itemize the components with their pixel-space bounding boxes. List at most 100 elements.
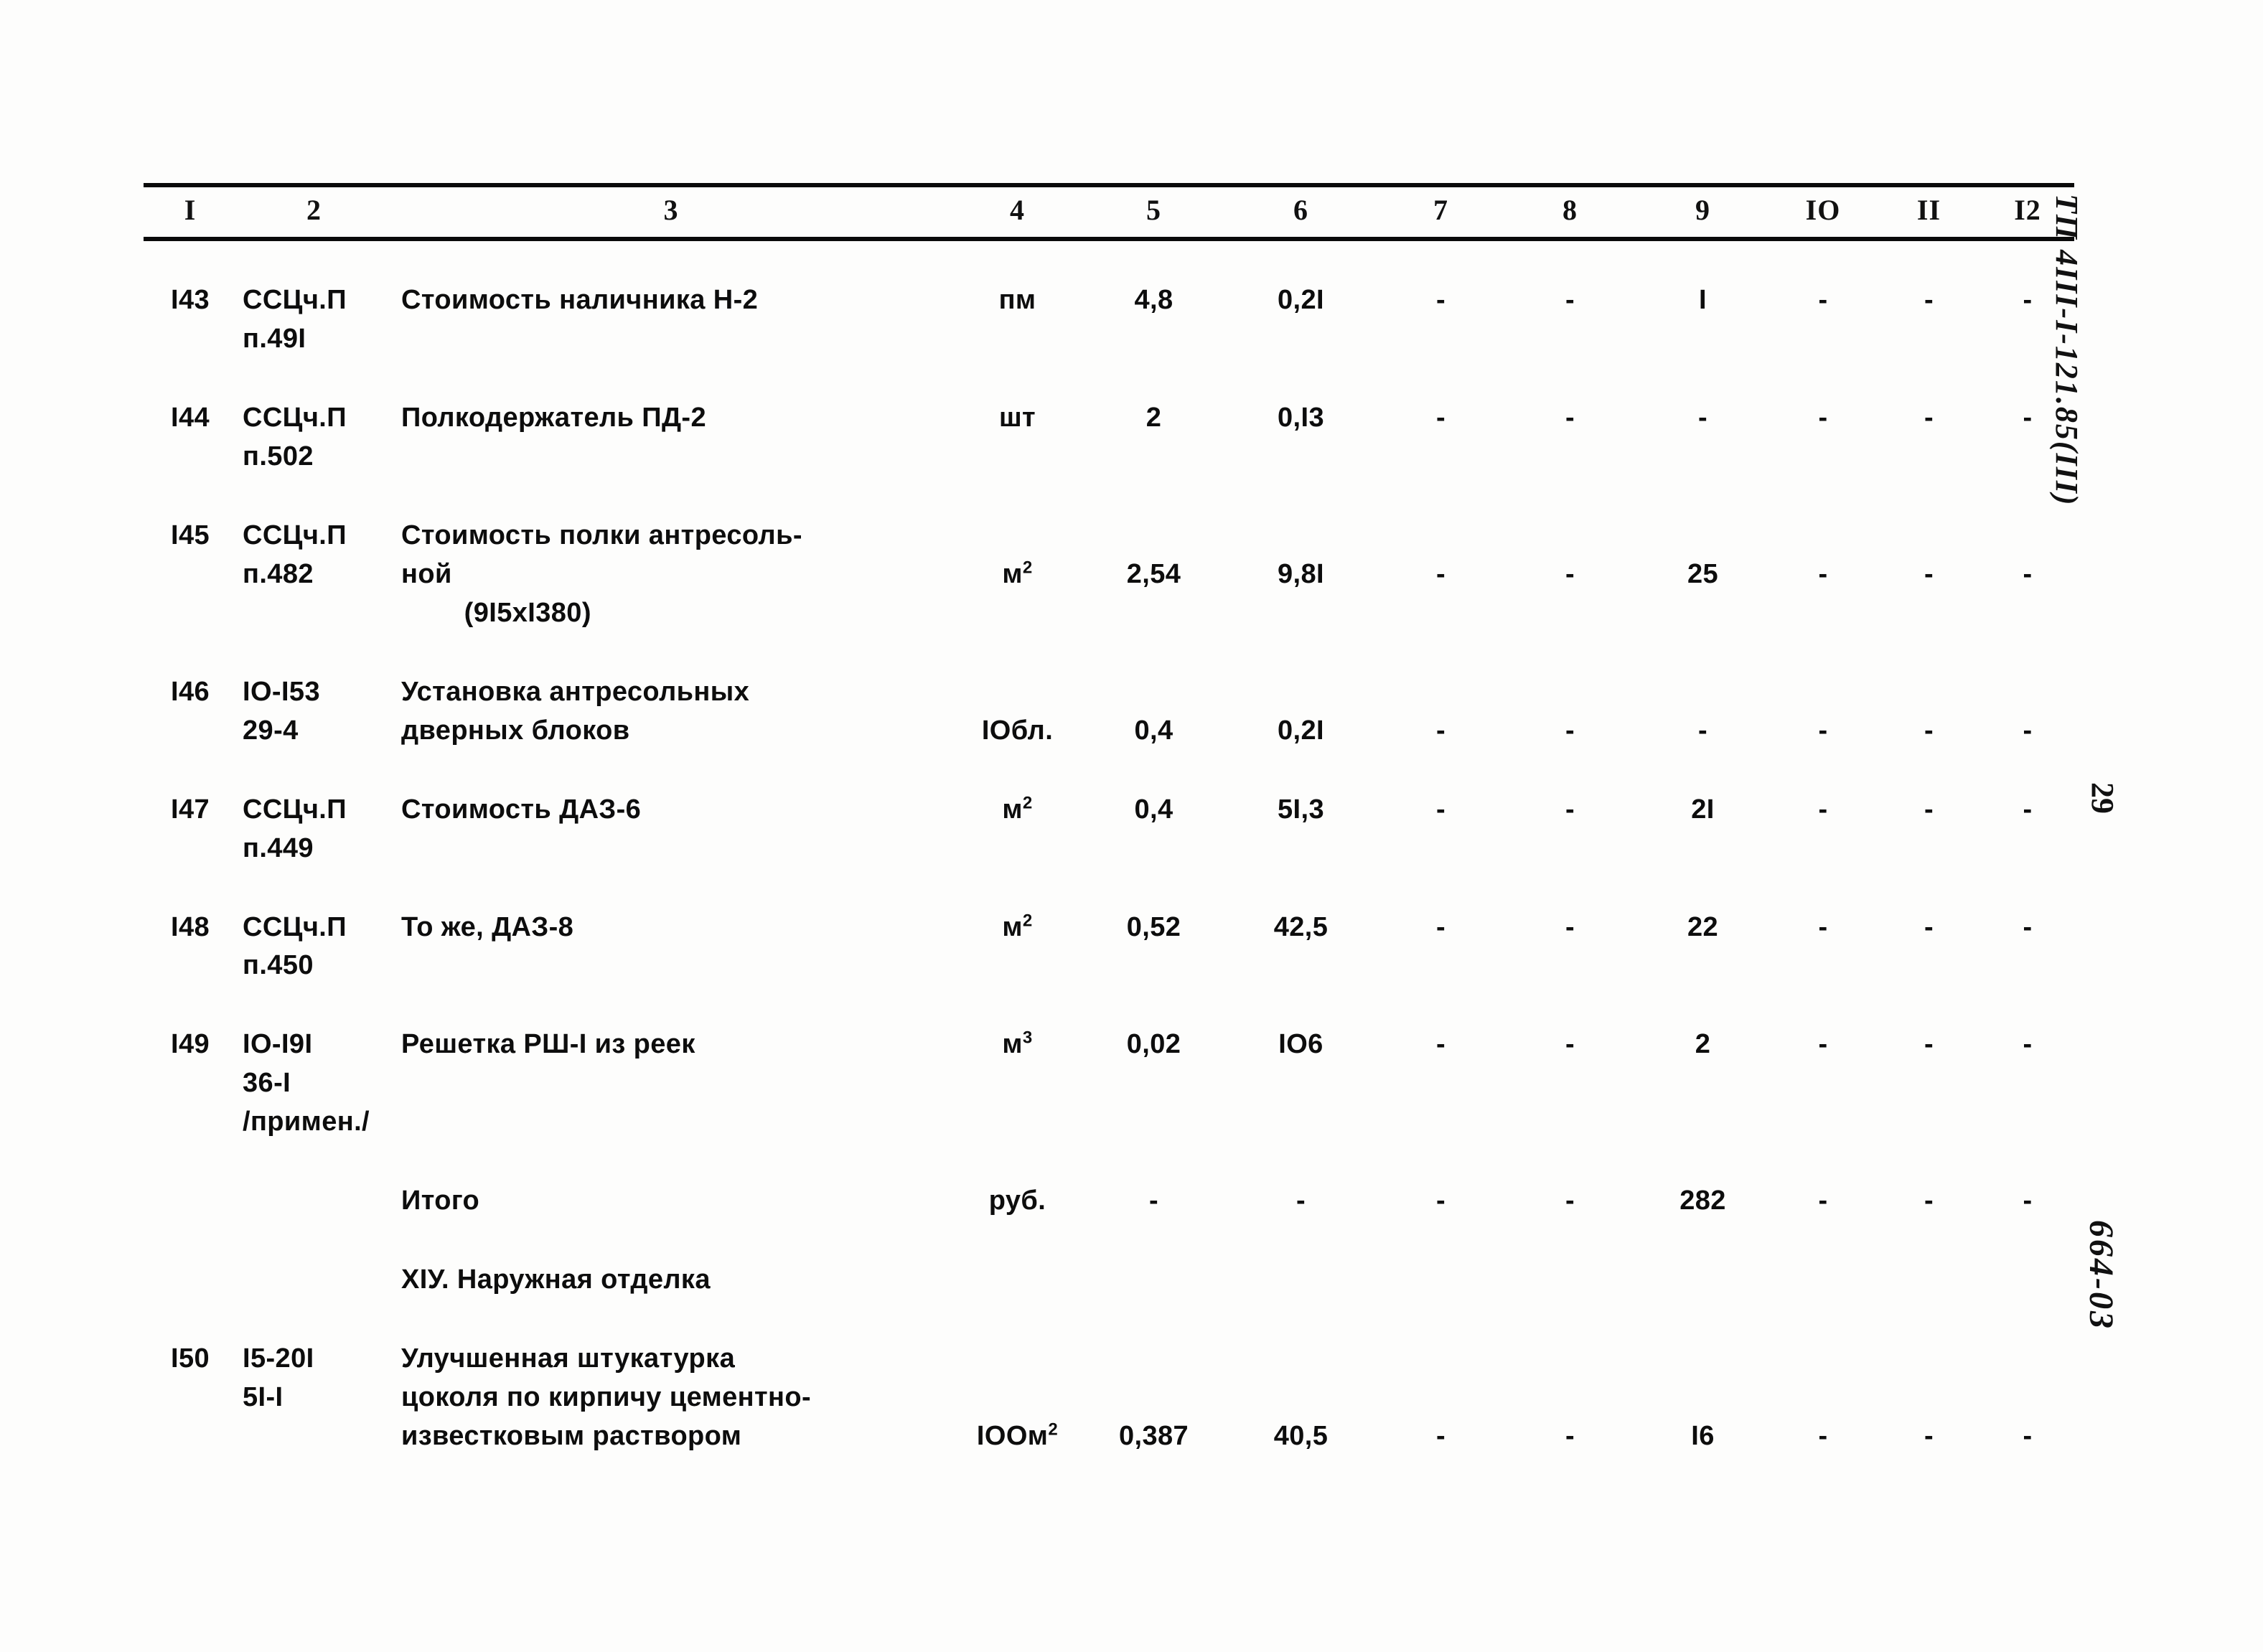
- col8-value: -: [1565, 1186, 1575, 1216]
- row-spacer: [144, 1300, 2074, 1340]
- col12-value: -: [2023, 558, 2033, 589]
- norm-code: [237, 1261, 391, 1300]
- unit-text: IООм: [976, 1421, 1049, 1452]
- unit-of-measure: м3: [951, 1026, 1084, 1142]
- row-spacer: [144, 868, 2074, 909]
- row-spacer-cell: [144, 1221, 2074, 1261]
- norm-code-line: 36-I: [243, 1068, 291, 1099]
- unit-text: м: [1002, 794, 1023, 825]
- unit-price-value: -: [1296, 1186, 1306, 1216]
- unit-price-value: 5I,3: [1278, 794, 1324, 825]
- section-title: XIУ. Наружная отделка: [391, 1261, 951, 1300]
- norm-code: IO-I53 29-4: [237, 673, 391, 751]
- column-header-2: 2: [237, 183, 391, 241]
- work-description: Стоимость наличника Н-2: [391, 281, 951, 359]
- col11-value: -: [1924, 1421, 1934, 1452]
- norm-code-line: ССЦч.П: [243, 285, 347, 315]
- norm-code-line: 29-4: [243, 715, 299, 746]
- norm-code: IO-I9I 36-I/примен./: [237, 1026, 391, 1142]
- row-spacer-cell: [144, 239, 2074, 281]
- col8-value: -: [1565, 1029, 1575, 1060]
- norm-code-line: п.449: [243, 832, 314, 863]
- total-cost-value: -: [1697, 715, 1708, 746]
- row-spacer-cell: [144, 1300, 2074, 1340]
- col11-value: -: [1924, 911, 1934, 942]
- column-header-8: 8: [1504, 183, 1636, 241]
- description-line: цоколя по кирпичу цементно-: [401, 1382, 812, 1413]
- quantity-value: 0,4: [1134, 794, 1173, 825]
- col10-value: -: [1818, 715, 1828, 746]
- estimate-table: I 2 3 4 5 6 7 8 9 IO II I2 I43 ССЦч.П п.49…: [144, 183, 2074, 1456]
- col11-value: -: [1924, 715, 1934, 746]
- unit-exponent: 2: [1022, 910, 1033, 930]
- column-header-10: IO: [1769, 183, 1877, 241]
- col11-value: -: [1924, 794, 1934, 825]
- quantity-value: 2,54: [1126, 558, 1181, 589]
- unit-of-measure: IООм2: [951, 1340, 1084, 1456]
- norm-code-line: п.482: [243, 558, 314, 589]
- row-spacer: [144, 239, 2074, 281]
- table-head: I 2 3 4 5 6 7 8 9 IO II I2: [144, 183, 2074, 241]
- unit-exponent: 2: [1048, 1419, 1059, 1440]
- row-spacer: [144, 359, 2074, 399]
- col8-value: -: [1565, 402, 1575, 433]
- total-cost-value: -: [1697, 402, 1708, 433]
- col8-value: -: [1565, 285, 1575, 315]
- col12-value: -: [2023, 1029, 2033, 1060]
- unit-price-value: 0,2I: [1278, 715, 1324, 746]
- col7-value: -: [1435, 1029, 1446, 1060]
- unit-of-measure: м2: [951, 517, 1084, 633]
- row-index: I48: [170, 911, 210, 942]
- norm-code-line: ССЦч.П: [243, 794, 347, 825]
- table-row: I47 ССЦч.П п.449 Стоимость ДАЗ-6 м2 0,4 5I,3 - -…: [144, 791, 2074, 868]
- row-spacer-cell: [144, 1142, 2074, 1182]
- col7-value: -: [1435, 558, 1446, 589]
- work-description: Улучшенная штукатурка цоколя по кирпичу ц…: [391, 1340, 951, 1456]
- unit-of-measure: м2: [951, 791, 1084, 868]
- total-label: Итого: [391, 1182, 951, 1221]
- description-line: XIУ. Наружная отделка: [401, 1264, 711, 1295]
- quantity-value: 0,387: [1118, 1421, 1189, 1452]
- table-row: I50 I5-20I 5I-I Улучшенная штукатурка цоколя…: [144, 1340, 2074, 1456]
- total-cost-value: 2: [1695, 1029, 1711, 1060]
- estimate-sheet: I 2 3 4 5 6 7 8 9 IO II I2 I43 ССЦч.П п.49…: [144, 183, 2074, 1456]
- row-index: I47: [170, 794, 210, 825]
- quantity-value: [1084, 1261, 1224, 1300]
- work-description: Установка антресольных дверных блоков: [391, 673, 951, 751]
- unit-text: шт: [998, 402, 1036, 433]
- description-line: Улучшенная штукатурка: [401, 1343, 736, 1374]
- total-cost-value: 282: [1679, 1186, 1726, 1216]
- column-header-9: 9: [1636, 183, 1769, 241]
- row-spacer: [144, 985, 2074, 1026]
- col11-value: -: [1924, 402, 1934, 433]
- norm-code-line: IO-I53: [243, 676, 320, 707]
- table-row: I44 ССЦч.П п.502 Полкодержатель ПД-2 шт 2 0,I3…: [144, 399, 2074, 477]
- column-number-row: I 2 3 4 5 6 7 8 9 IO II I2: [144, 183, 2074, 241]
- norm-code: ССЦч.П п.450: [237, 909, 391, 986]
- norm-code-line: ССЦч.П: [243, 911, 347, 942]
- document-page: I 2 3 4 5 6 7 8 9 IO II I2 I43 ССЦч.П п.49…: [0, 0, 2263, 1652]
- row-spacer-cell: [144, 359, 2074, 399]
- unit-text: м: [1002, 558, 1023, 589]
- unit-of-measure: IОбл.: [951, 673, 1084, 751]
- col8-value: -: [1565, 558, 1575, 589]
- description-line: Итого: [401, 1186, 480, 1216]
- description-line: То же, ДАЗ-8: [401, 911, 574, 942]
- col11-value: -: [1924, 1029, 1934, 1060]
- row-spacer-cell: [144, 633, 2074, 673]
- row-spacer: [144, 477, 2074, 517]
- col10-value: -: [1818, 285, 1828, 315]
- work-description: Решетка РШ-I из реек: [391, 1026, 951, 1142]
- total-cost-value: I: [1699, 285, 1707, 315]
- unit-text: руб.: [988, 1186, 1046, 1216]
- col7-value: [1378, 1261, 1504, 1300]
- unit-of-measure: м2: [951, 909, 1084, 986]
- col7-value: -: [1435, 911, 1446, 942]
- norm-code: ССЦч.П п.49I: [237, 281, 391, 359]
- description-line: Стоимость ДАЗ-6: [401, 794, 642, 825]
- norm-code-line: IO-I9I: [243, 1029, 313, 1060]
- table-row: I49 IO-I9I 36-I/примен./ Решетка РШ-I из ре…: [144, 1026, 2074, 1142]
- col12-value: -: [2023, 715, 2033, 746]
- column-header-5: 5: [1084, 183, 1224, 241]
- col10-value: -: [1818, 911, 1828, 942]
